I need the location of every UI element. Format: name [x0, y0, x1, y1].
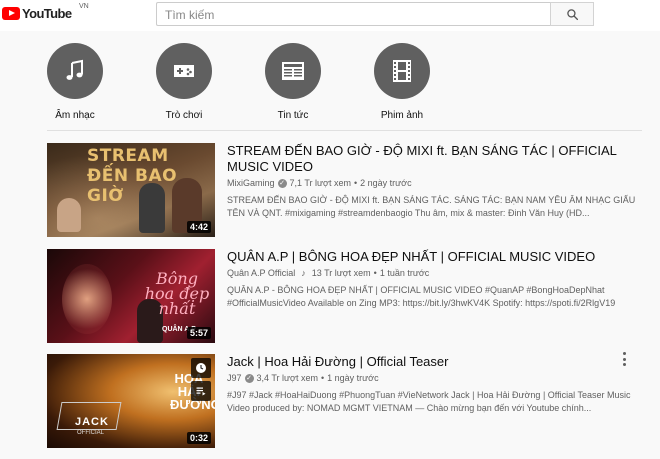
- thumbnail-hover-actions: [191, 358, 211, 401]
- video-info: STREAM ĐẾN BAO GIỜ - ĐỘ MIXI ft. BẠN SÁN…: [227, 143, 637, 220]
- view-count: 3,4 Tr lượt xem: [256, 373, 318, 383]
- youtube-play-icon: [2, 7, 20, 20]
- more-vert-icon: [622, 363, 626, 366]
- video-description: #J97 #Jack #HoaHaiDuong #PhuongTuan #Vie…: [227, 390, 631, 413]
- verified-icon: ✓: [277, 178, 287, 188]
- channel-name[interactable]: MixiGaming: [227, 178, 275, 188]
- thumbnail-figure: [139, 183, 165, 233]
- film-icon: [374, 43, 430, 99]
- video-title[interactable]: STREAM ĐẾN BAO GIỜ - ĐỘ MIXI ft. BẠN SÁN…: [227, 143, 637, 175]
- video-description: STREAM ĐẾN BAO GIỜ - ĐỘ MIXI ft. BẠN SÁN…: [227, 195, 636, 218]
- meta-separator: •: [373, 268, 377, 278]
- thumbnail-subtext: JACK: [75, 416, 109, 428]
- meta-separator: •: [320, 373, 325, 383]
- video-meta: Quân A.P Official ♪ 13 Tr lượt xem • 1 t…: [227, 268, 637, 278]
- thumbnail-text: Bông hoa đẹp nhất: [144, 269, 210, 318]
- category-news[interactable]: Tin tức: [263, 43, 323, 121]
- thumbnail-figure: [62, 264, 112, 334]
- video-duration: 5:57: [186, 327, 211, 339]
- category-label: Phim ảnh: [380, 110, 424, 121]
- meta-separator: •: [353, 178, 358, 188]
- video-info: Jack | Hoa Hải Đường | Official Teaser J…: [227, 354, 637, 415]
- video-description: QUÂN A.P - BÔNG HOA ĐẸP NHẤT | OFFICIAL …: [227, 285, 616, 308]
- video-meta: MixiGaming ✓ 7,1 Tr lượt xem • 2 ngày tr…: [227, 178, 637, 188]
- video-thumbnail[interactable]: Bông hoa đẹp nhất QUÂN A.P 5:57: [47, 249, 215, 343]
- logo-text: YouTube: [22, 6, 72, 21]
- category-gaming[interactable]: Trò chơi: [154, 43, 214, 121]
- music-note-icon: [47, 43, 103, 99]
- channel-name[interactable]: J97: [227, 373, 242, 383]
- verified-icon: ✓: [244, 373, 254, 383]
- video-info: QUÂN A.P | BÔNG HOA ĐẸP NHẤT | OFFICIAL …: [227, 249, 637, 310]
- more-vert-icon: [622, 352, 626, 355]
- search-input[interactable]: Tìm kiếm: [156, 2, 551, 26]
- top-bar: YouTube VN Tìm kiếm: [0, 0, 660, 31]
- youtube-logo[interactable]: YouTube VN: [2, 3, 89, 21]
- section-divider: [47, 130, 642, 131]
- upload-age: 1 ngày trước: [327, 373, 379, 383]
- video-duration: 0:32: [186, 432, 211, 444]
- view-count: 7,1 Tr lượt xem: [289, 178, 351, 188]
- category-label: Âm nhạc: [55, 110, 95, 121]
- gamepad-icon: [156, 43, 212, 99]
- watch-later-button[interactable]: [191, 358, 211, 378]
- queue-icon: [196, 387, 206, 396]
- video-title[interactable]: Jack | Hoa Hải Đường | Official Teaser: [227, 354, 637, 370]
- category-music[interactable]: Âm nhạc: [45, 43, 105, 121]
- search-button[interactable]: [550, 2, 594, 26]
- clock-icon: [196, 363, 206, 373]
- more-vert-icon: [622, 357, 626, 361]
- video-title[interactable]: QUÂN A.P | BÔNG HOA ĐẸP NHẤT | OFFICIAL …: [227, 249, 637, 265]
- search-icon: [566, 8, 578, 20]
- thumbnail-figure: [57, 198, 81, 232]
- video-meta: J97 ✓ 3,4 Tr lượt xem • 1 ngày trước: [227, 373, 637, 383]
- category-label: Trò chơi: [165, 110, 203, 121]
- video-thumbnail[interactable]: JACK OFFICIAL HOA HẢI ĐƯỜNG 0:32: [47, 354, 215, 448]
- logo-country-code: VN: [79, 3, 89, 10]
- upload-age: 1 tuần trước: [379, 268, 430, 278]
- category-movies[interactable]: Phim ảnh: [372, 43, 432, 121]
- more-actions-button[interactable]: [620, 352, 628, 366]
- upload-age: 2 ngày trước: [360, 178, 412, 188]
- music-note-icon: ♪: [301, 268, 306, 278]
- video-thumbnail[interactable]: STREAM ĐẾN BAO GIỜ 4:42: [47, 143, 215, 237]
- category-label: Tin tức: [277, 110, 309, 121]
- add-to-queue-button[interactable]: [191, 381, 211, 401]
- channel-name[interactable]: Quân A.P Official: [227, 268, 295, 278]
- view-count: 13 Tr lượt xem: [311, 268, 371, 278]
- newspaper-icon: [265, 43, 321, 99]
- video-duration: 4:42: [186, 221, 211, 233]
- thumbnail-subtext-2: OFFICIAL: [77, 430, 105, 436]
